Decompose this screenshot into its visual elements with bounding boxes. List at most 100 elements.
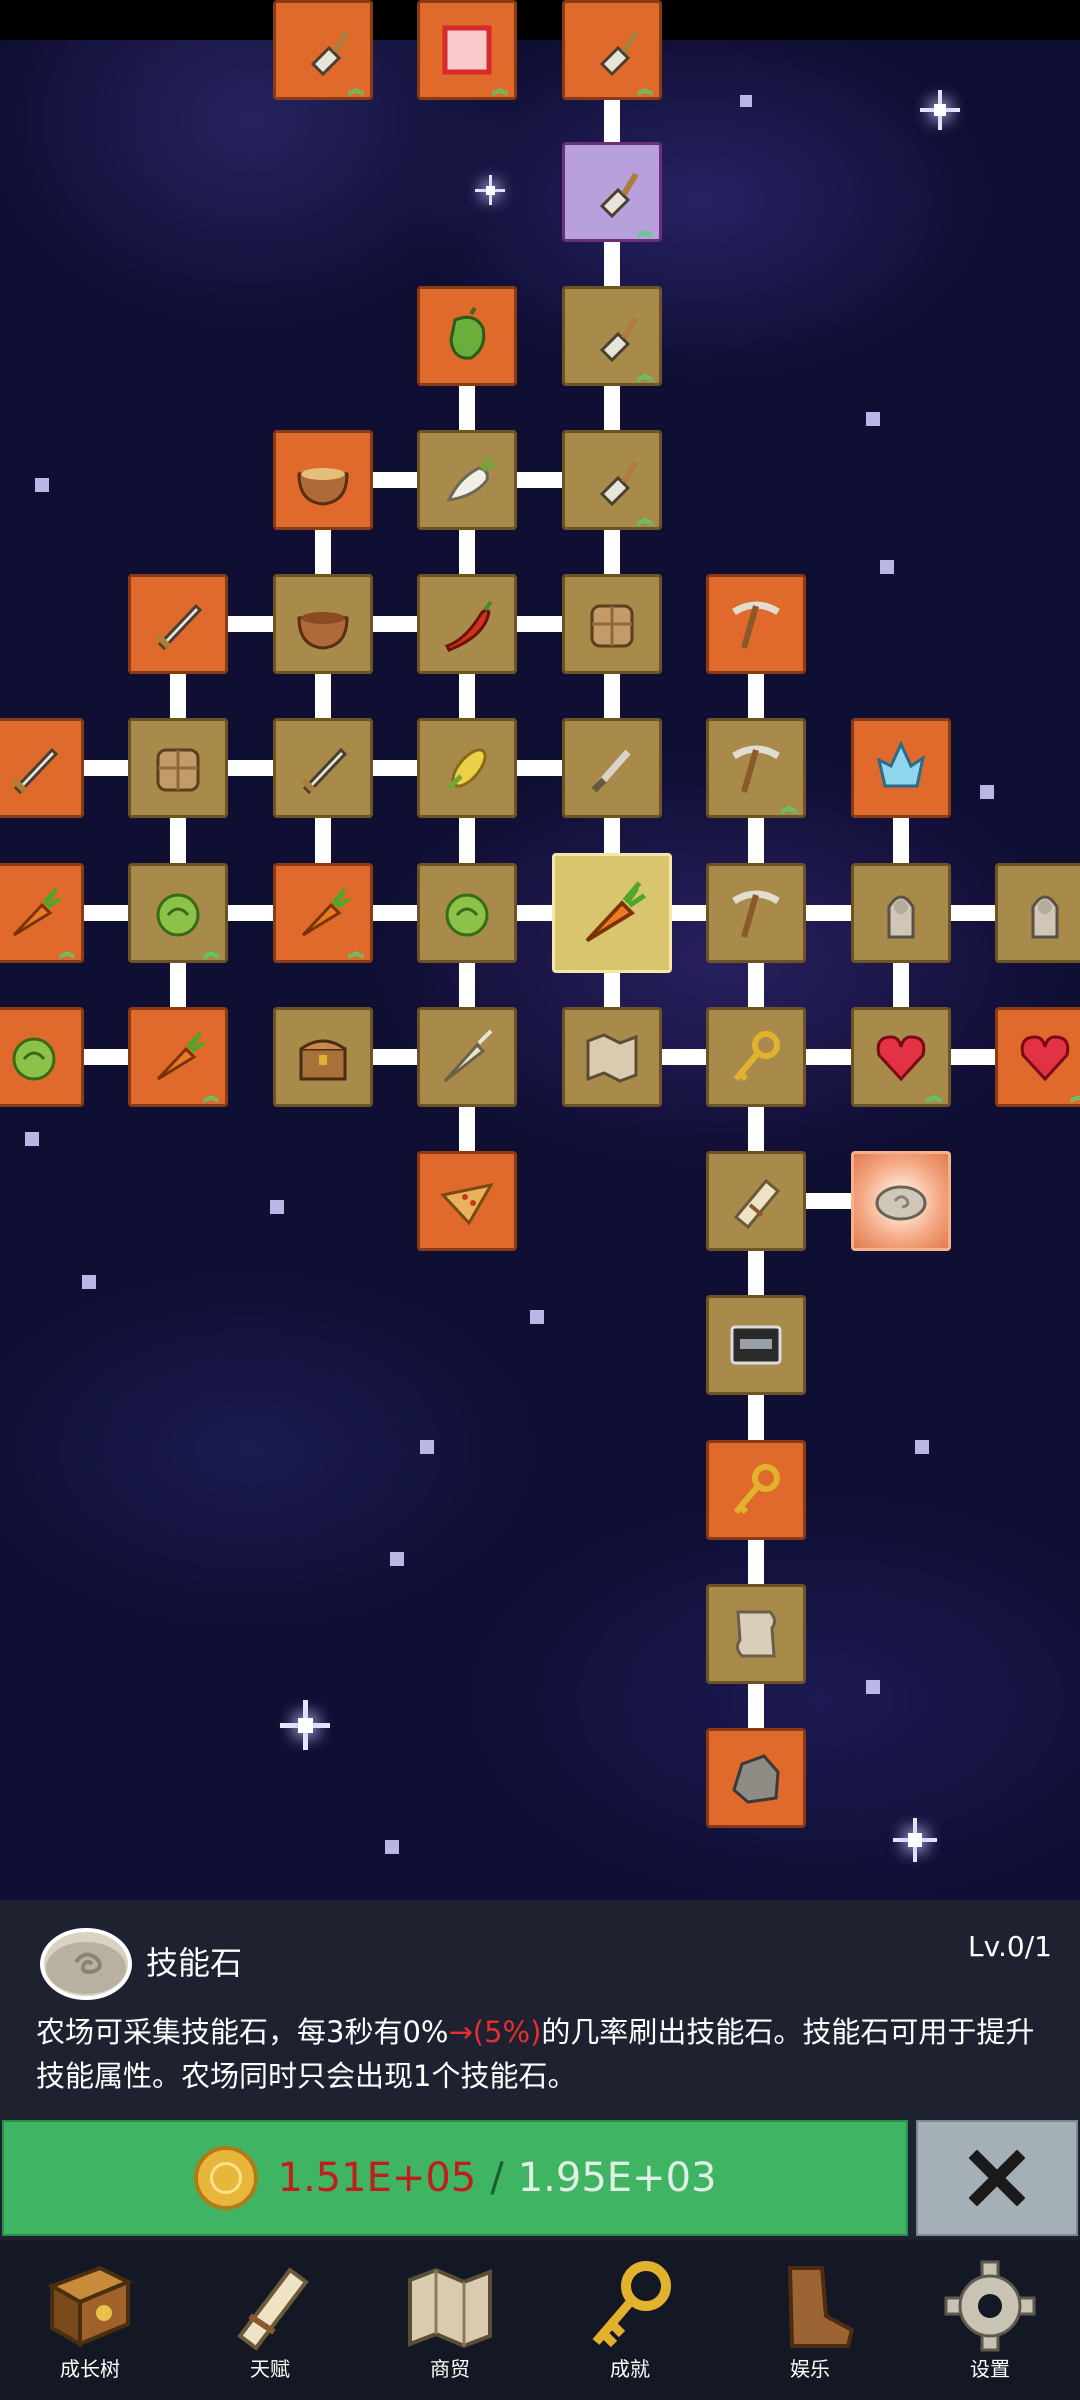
tree-node-heart-2[interactable]: ︽ [995,1007,1080,1107]
tree-node-shovel-2[interactable]: ︽ [562,286,662,386]
nav-achievement[interactable]: 成就 [540,2240,720,2400]
star-17 [893,1818,937,1862]
rock-icon [732,1754,780,1804]
tree-node-shovel-top-2[interactable]: ︽ [562,0,662,100]
book-icon [47,2265,133,2348]
tree-node-edge-left-2[interactable]: ︽ [0,863,84,963]
upgrade-button[interactable]: 1.51E+05 / 1.95E+03 [2,2120,908,2236]
bottom-nav: 成长树 天赋 商贸 成就 娱乐 设置 [0,2240,1080,2400]
tree-node-radish[interactable] [417,430,517,530]
star-3 [866,412,880,426]
sword-icon [155,603,203,651]
nav-growth-tree[interactable]: 成长树 [0,2240,180,2400]
tree-node-corn[interactable] [417,718,517,818]
tree-node-heart[interactable]: ︽ [851,1007,951,1107]
tree-node-statue-2[interactable] [995,863,1080,963]
pepper-icon [449,306,486,360]
upgrade-chevron-icon: ︽ [202,1086,219,1105]
tree-node-paper[interactable] [706,1584,806,1684]
tree-node-shovel-top-1[interactable]: ︽ [273,0,373,100]
soup-bowl-icon [297,468,349,506]
tree-node-map[interactable] [562,1007,662,1107]
tree-node-statue[interactable] [851,863,951,963]
nav-settings[interactable]: 设置 [900,2240,1080,2400]
tree-node-shovel-purple[interactable]: ︽ [562,142,662,242]
upgrade-chevron-icon: ︽ [636,79,653,98]
star-10 [530,1310,544,1324]
star-16 [385,1840,399,1854]
skill-stone-icon [875,1185,927,1221]
tree-node-pickaxe-2[interactable]: ︽ [706,718,806,818]
pizza-icon [440,1182,494,1226]
paper-icon [735,1610,777,1658]
tree-node-soup-bowl[interactable] [273,430,373,530]
bowl-icon [297,612,349,650]
nav-achievement-label: 成就 [610,2357,650,2381]
map-icon [408,2267,492,2349]
tree-node-carrot-card-2[interactable]: ︽ [128,1007,228,1107]
tree-node-backpack[interactable] [562,574,662,674]
tree-node-tape[interactable] [706,1295,806,1395]
tree-node-pickaxe-gold[interactable] [706,574,806,674]
shovel-icon [310,30,350,77]
star-14 [866,1680,880,1694]
tree-node-parsnip[interactable] [417,1007,517,1107]
tree-node-sword-gold[interactable] [128,574,228,674]
shovel-icon [599,460,639,507]
tree-node-cabbage-2[interactable] [417,863,517,963]
skill-tree-canvas[interactable]: ︽ ︽ ︽ ︽ ︽ ︽ ︽ ︽ ︽ ︽ ︽ ︽ ︽ [0,0,1080,1900]
tree-node-sword[interactable] [273,718,373,818]
key-icon [592,2261,671,2348]
heart-icon [876,1035,926,1082]
chili-icon [444,600,493,652]
tree-node-shovel-3[interactable]: ︽ [562,430,662,530]
tree-node-backpack-2[interactable] [128,718,228,818]
tree-node-pizza[interactable] [417,1151,517,1251]
sword-icon [11,747,59,795]
nav-talent[interactable]: 天赋 [180,2240,360,2400]
nav-trade[interactable]: 商贸 [360,2240,540,2400]
skill-description: 农场可采集技能石，每3秒有0%→(5%)的几率刷出技能石。技能石可用于提升技能属… [36,2010,1046,2098]
upgrade-chevron-icon: ︽ [1070,1088,1080,1104]
key-icon [733,1031,780,1082]
tree-node-dagger[interactable] [562,718,662,818]
tree-node-carrot-card[interactable]: ︽ [273,863,373,963]
chest-icon [299,1039,347,1081]
star-4 [35,478,49,492]
upgrade-chevron-icon: ︽ [780,797,797,816]
tree-node-crystal[interactable] [851,718,951,818]
tree-node-cabbage[interactable]: ︽ [128,863,228,963]
nav-growth-tree-label: 成长树 [60,2357,120,2381]
key-icon [733,1464,780,1515]
skill-stone-icon [40,1928,132,2000]
gold-coin-icon [193,2146,258,2210]
statue-icon [1031,895,1059,939]
tree-node-pepper[interactable] [417,286,517,386]
upgrade-chevron-icon: ︽ [636,365,653,384]
star-13 [390,1552,404,1566]
carrot-icon [156,1031,206,1081]
tree-node-edge-left-3[interactable] [0,1007,84,1107]
tree-node-chest[interactable] [273,1007,373,1107]
tree-node-card-top[interactable]: ︽ [417,0,517,100]
carrot-icon [301,887,351,937]
tree-node-scroll[interactable] [706,1151,806,1251]
tree-node-edge-left-1[interactable] [0,718,84,818]
heart-icon [1020,1035,1070,1082]
close-button[interactable] [916,2120,1078,2236]
tree-node-key-rust[interactable] [706,1440,806,1540]
tree-node-bowl[interactable] [273,574,373,674]
tree-node-carrot-selected[interactable] [552,853,672,973]
nav-entertainment[interactable]: 娱乐 [720,2240,900,2400]
tree-node-chili[interactable] [417,574,517,674]
tree-node-skill-stone[interactable] [851,1151,951,1251]
tree-node-rock[interactable] [706,1728,806,1828]
shovel-icon [599,30,639,77]
star-9 [82,1275,96,1289]
carrot-icon [585,881,646,943]
pickaxe-icon [732,745,780,793]
pickaxe-icon [732,890,780,938]
tree-node-pickaxe-3[interactable] [706,863,806,963]
tree-node-key-gold[interactable] [706,1007,806,1107]
boot-icon [787,2266,855,2348]
